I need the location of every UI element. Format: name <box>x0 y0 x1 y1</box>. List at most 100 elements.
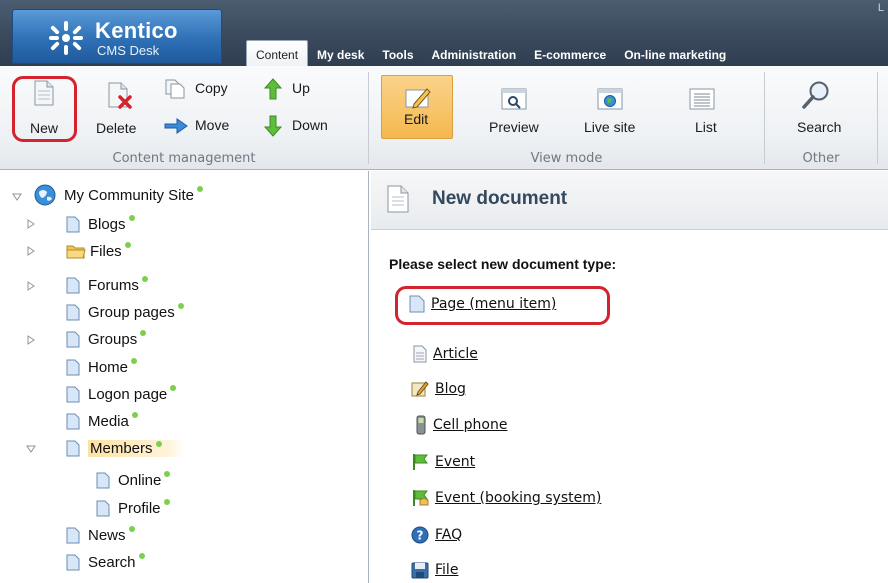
doctype-label: File <box>435 562 459 578</box>
expand-triangle-icon[interactable] <box>26 246 36 256</box>
delete-button[interactable]: Delete <box>92 76 152 140</box>
tree-item-label: Search <box>88 553 136 571</box>
ribbon-divider <box>877 72 878 164</box>
panel-header: New document <box>371 171 888 230</box>
tree-item-files[interactable]: Files <box>66 240 131 262</box>
published-status-dot <box>163 499 170 505</box>
published-status-dot <box>170 385 177 391</box>
app-header: Kentico CMS Desk Content My desk Tools A… <box>0 0 888 66</box>
tree-item-label: Group pages <box>88 303 175 321</box>
tree-item-label: Media <box>88 412 129 430</box>
other-group-label: Other <box>802 151 840 166</box>
document-icon <box>66 554 80 570</box>
tree-item-label: Members <box>90 439 153 457</box>
up-label: Up <box>292 80 310 96</box>
document-icon <box>66 440 80 456</box>
doctype-cell-phone[interactable]: Cell phone <box>415 414 507 436</box>
document-icon <box>66 386 80 402</box>
tab-my-desk[interactable]: My desk <box>308 44 373 66</box>
collapse-triangle-icon[interactable] <box>26 444 36 454</box>
published-status-dot <box>164 471 171 477</box>
copy-button[interactable]: Copy <box>163 76 243 102</box>
expand-triangle-icon[interactable] <box>26 219 36 229</box>
published-status-dot <box>141 276 148 282</box>
ribbon-toolbar: New Delete Copy Move Up Down Content man… <box>0 66 888 170</box>
article-icon <box>413 345 427 363</box>
collapse-triangle-icon[interactable] <box>12 192 22 202</box>
doctype-file[interactable]: File <box>411 559 458 581</box>
search-magnifier-icon <box>802 81 829 109</box>
published-status-dot <box>138 553 145 559</box>
copy-label: Copy <box>195 80 228 96</box>
kentico-logo[interactable]: Kentico CMS Desk <box>12 9 222 64</box>
new-button-highlight <box>12 76 77 142</box>
expand-triangle-icon[interactable] <box>26 281 36 291</box>
doctype-article[interactable]: Article <box>413 343 478 365</box>
tree-item-blogs[interactable]: Blogs <box>66 213 135 235</box>
published-status-dot <box>140 330 147 336</box>
doctype-label: Article <box>433 346 478 362</box>
delete-label: Delete <box>96 120 137 136</box>
live-site-label: Live site <box>584 119 636 135</box>
content-management-group: New Delete Copy Move Up Down Content man… <box>0 66 368 170</box>
flag-icon <box>413 454 428 470</box>
preview-label: Preview <box>489 119 539 135</box>
search-button[interactable]: Search <box>785 76 849 140</box>
tree-item-label: Home <box>88 358 129 376</box>
doctype-label: FAQ <box>435 527 463 543</box>
move-button[interactable]: Move <box>163 113 243 139</box>
expand-triangle-icon[interactable] <box>26 335 36 345</box>
svg-text:?: ? <box>417 529 424 543</box>
globe-icon <box>34 184 56 206</box>
move-label: Move <box>195 117 230 133</box>
doctype-event[interactable]: Event <box>411 451 475 473</box>
tree-item-logon-page[interactable]: Logon page <box>66 383 177 405</box>
kentico-logo-icon <box>49 21 83 55</box>
doctype-label: Event <box>435 454 476 470</box>
tab-tools[interactable]: Tools <box>373 44 422 66</box>
tab-content[interactable]: Content <box>246 40 309 66</box>
move-arrow-icon <box>164 118 188 134</box>
tab-on-line-marketing[interactable]: On-line marketing <box>615 44 735 66</box>
preview-view-button[interactable]: Preview <box>477 76 547 140</box>
tab-administration[interactable]: Administration <box>423 44 526 66</box>
document-icon <box>66 216 80 232</box>
live-site-view-button[interactable]: Live site <box>572 76 652 140</box>
doctype-label: Blog <box>435 381 466 397</box>
header-link[interactable]: L <box>878 2 884 14</box>
up-button[interactable]: Up <box>264 76 334 102</box>
selected-node-highlight: Members <box>88 439 184 457</box>
tree-item-group-pages[interactable]: Group pages <box>66 301 184 323</box>
tree-item-media[interactable]: Media <box>66 410 138 432</box>
tree-item-news[interactable]: News <box>66 524 135 546</box>
tree-item-search[interactable]: Search <box>66 551 145 573</box>
doctype-event-booking-system[interactable]: Event (booking system) <box>411 487 601 509</box>
tree-item-forums[interactable]: Forums <box>66 274 148 296</box>
tree-item-label: Profile <box>118 499 161 517</box>
tree-root-node[interactable]: My Community Site <box>34 184 204 206</box>
tree-item-label: News <box>88 526 126 544</box>
down-button[interactable]: Down <box>264 113 344 139</box>
new-document-icon <box>387 185 409 213</box>
tree-item-home[interactable]: Home <box>66 356 138 378</box>
published-status-dot <box>131 358 138 364</box>
tree-item-label: Files <box>90 242 122 260</box>
doctype-faq[interactable]: ? FAQ <box>411 524 462 546</box>
document-icon <box>66 359 80 375</box>
tree-item-members[interactable]: Members <box>66 437 184 459</box>
tree-item-profile[interactable]: Profile <box>96 497 170 519</box>
tab-e-commerce[interactable]: E-commerce <box>525 44 615 66</box>
copy-icon <box>165 79 185 99</box>
list-view-button[interactable]: List <box>677 76 727 140</box>
document-icon <box>66 527 80 543</box>
tree-item-online[interactable]: Online <box>96 469 171 491</box>
view-mode-group-label: View mode <box>530 151 603 166</box>
doctype-blog[interactable]: Blog <box>411 378 466 400</box>
tree-item-groups[interactable]: Groups <box>66 328 147 350</box>
logo-name: Kentico <box>95 18 178 43</box>
new-document-panel: New document Please select new document … <box>371 171 888 583</box>
file-icon <box>411 562 429 579</box>
edit-view-button[interactable]: Edit <box>381 75 453 139</box>
other-group: Search Other <box>765 66 877 170</box>
flag-booking-icon <box>413 490 429 506</box>
